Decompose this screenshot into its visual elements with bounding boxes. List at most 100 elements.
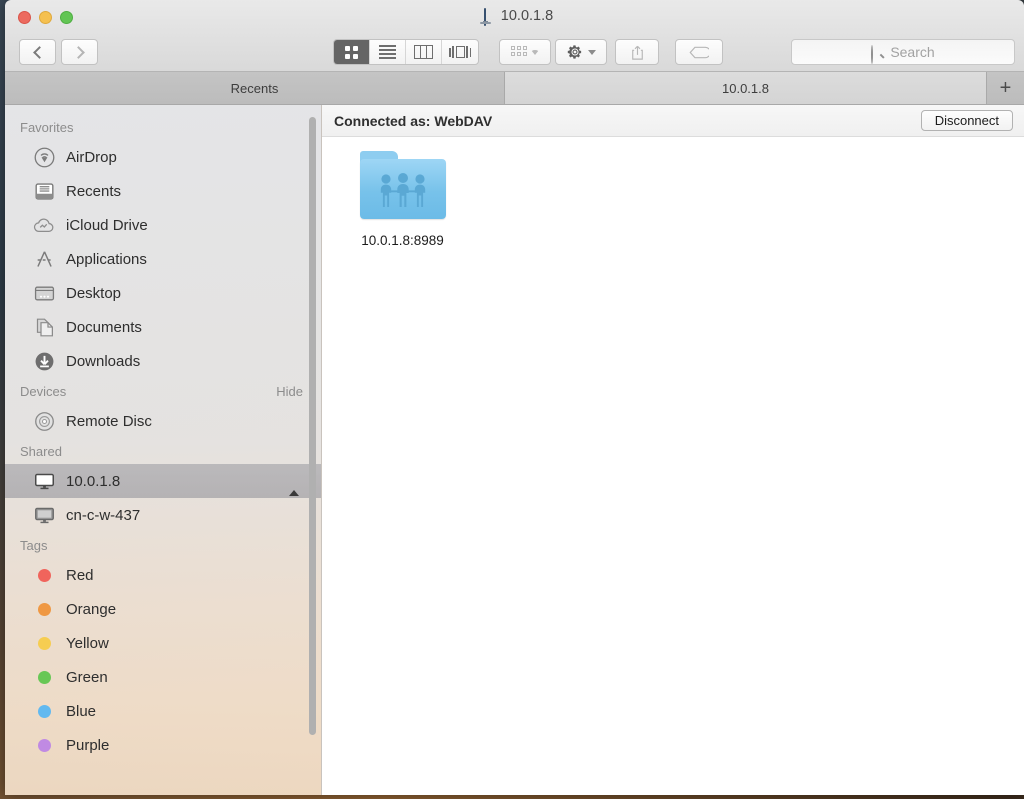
forward-button[interactable]	[61, 39, 98, 65]
tag-button[interactable]	[675, 39, 723, 65]
display-icon	[476, 7, 495, 26]
sidebar-item-tag-yellow[interactable]: Yellow	[5, 626, 321, 660]
sidebar-item-icloud-drive[interactable]: iCloud Drive	[5, 208, 321, 242]
window-title-text: 10.0.1.8	[500, 8, 554, 24]
sidebar: Favorites AirDrop Recents iCloud Drive A…	[5, 105, 322, 795]
connection-bar: Connected as: WebDAV Disconnect	[322, 105, 1024, 137]
tag-dot-icon	[33, 734, 55, 756]
section-title: Tags	[20, 538, 48, 553]
tab-bar: Recents 10.0.1.8 +	[5, 72, 1024, 105]
airdrop-icon	[33, 146, 55, 168]
sidebar-item-airdrop[interactable]: AirDrop	[5, 140, 321, 174]
sidebar-item-label: Documents	[66, 318, 142, 336]
view-mode-switcher	[333, 39, 479, 65]
documents-icon	[33, 316, 55, 338]
applications-icon	[33, 248, 55, 270]
sidebar-item-label: Recents	[66, 182, 122, 200]
tag-dot-icon	[33, 598, 55, 620]
sidebar-item-documents[interactable]: Documents	[5, 310, 321, 344]
gallery-view-button[interactable]	[442, 40, 478, 64]
sidebar-item-label: Blue	[66, 702, 97, 720]
devices-hide-button[interactable]: Hide	[276, 384, 303, 399]
sidebar-item-remote-disc[interactable]: Remote Disc	[5, 404, 321, 438]
back-button[interactable]	[19, 39, 56, 65]
sidebar-item-tag-green[interactable]: Green	[5, 660, 321, 694]
sidebar-item-label: Desktop	[66, 284, 122, 302]
sidebar-item-label: Green	[66, 668, 108, 686]
eject-icon[interactable]	[289, 472, 301, 496]
action-menu-button[interactable]	[555, 39, 607, 65]
file-name: 10.0.1.8:8989	[361, 233, 444, 248]
sidebar-item-label: AirDrop	[66, 148, 117, 166]
grid-icon	[345, 45, 358, 59]
sidebar-item-label: Downloads	[66, 352, 141, 370]
window-body: Favorites AirDrop Recents iCloud Drive A…	[5, 105, 1024, 795]
sidebar-item-applications[interactable]: Applications	[5, 242, 321, 276]
search-placeholder: Search	[890, 44, 935, 60]
share-button[interactable]	[615, 39, 659, 65]
tab-recents[interactable]: Recents	[5, 72, 505, 104]
tab-label: 10.0.1.8	[722, 80, 769, 96]
sidebar-item-label: 10.0.1.8	[66, 472, 121, 490]
sidebar-item-label: Applications	[66, 250, 147, 268]
search-icon	[871, 44, 885, 64]
file-grid: 10.0.1.8:8989	[322, 137, 1024, 248]
tab-10-0-1-8[interactable]: 10.0.1.8	[505, 72, 987, 104]
sidebar-item-downloads[interactable]: Downloads	[5, 344, 321, 378]
chevron-right-icon	[71, 45, 85, 59]
sidebar-item-tag-red[interactable]: Red	[5, 558, 321, 592]
list-icon	[379, 45, 396, 59]
window-titlebar: 10.0.1.8 Search	[5, 0, 1024, 72]
downloads-icon	[33, 350, 55, 372]
toolbar: Search	[5, 32, 1024, 72]
icloud-icon	[33, 214, 55, 236]
sidebar-section-shared-header: Shared	[5, 438, 321, 464]
sidebar-item-label: Orange	[66, 600, 117, 618]
chevron-left-icon	[32, 45, 46, 59]
computer-icon	[33, 504, 55, 526]
sidebar-section-tags-header: Tags	[5, 532, 321, 558]
sidebar-item-10-0-1-8[interactable]: 10.0.1.8	[5, 464, 321, 498]
sidebar-item-tag-blue[interactable]: Blue	[5, 694, 321, 728]
tag-dot-icon	[33, 666, 55, 688]
column-view-button[interactable]	[406, 40, 442, 64]
sidebar-item-desktop[interactable]: Desktop	[5, 276, 321, 310]
share-icon	[631, 45, 643, 60]
tag-icon	[689, 46, 709, 58]
shared-folder-icon	[359, 151, 446, 219]
arrange-icon	[511, 46, 527, 58]
navigation-buttons	[19, 39, 98, 65]
arrange-button[interactable]	[499, 39, 551, 65]
finder-window: 10.0.1.8 Search Recents 10.0.1.8 + Favor…	[5, 0, 1024, 795]
icon-view-button[interactable]	[334, 40, 370, 64]
sidebar-item-cn-c-w-437[interactable]: cn-c-w-437	[5, 498, 321, 532]
search-input[interactable]: Search	[791, 39, 1015, 65]
section-title: Shared	[20, 444, 62, 459]
file-item[interactable]: 10.0.1.8:8989	[340, 151, 465, 248]
chevron-down-icon	[531, 49, 539, 55]
tag-dot-icon	[33, 564, 55, 586]
sidebar-item-label: cn-c-w-437	[66, 506, 141, 524]
sidebar-scrollbar[interactable]	[309, 117, 316, 735]
sidebar-item-recents[interactable]: Recents	[5, 174, 321, 208]
desktop-icon	[33, 282, 55, 304]
connection-status: Connected as: WebDAV	[334, 112, 493, 129]
window-title: 10.0.1.8	[5, 7, 1024, 26]
list-view-button[interactable]	[370, 40, 406, 64]
columns-icon	[414, 45, 433, 59]
section-title: Devices	[20, 384, 67, 399]
coverflow-icon	[449, 46, 471, 58]
chevron-down-icon	[587, 49, 596, 55]
sidebar-item-label: Remote Disc	[66, 412, 152, 430]
gear-icon	[567, 45, 581, 59]
sidebar-item-label: iCloud Drive	[66, 216, 148, 234]
new-tab-button[interactable]: +	[987, 72, 1024, 104]
content-area: Connected as: WebDAV Disconnect 10.0.1.8…	[322, 105, 1024, 795]
optical-disc-icon	[33, 410, 55, 432]
disconnect-button[interactable]: Disconnect	[920, 110, 1013, 131]
section-title: Favorites	[20, 120, 74, 135]
tag-dot-icon	[33, 700, 55, 722]
sidebar-item-tag-orange[interactable]: Orange	[5, 592, 321, 626]
sidebar-section-favorites-header: Favorites	[5, 114, 321, 140]
sidebar-item-tag-purple[interactable]: Purple	[5, 728, 321, 762]
